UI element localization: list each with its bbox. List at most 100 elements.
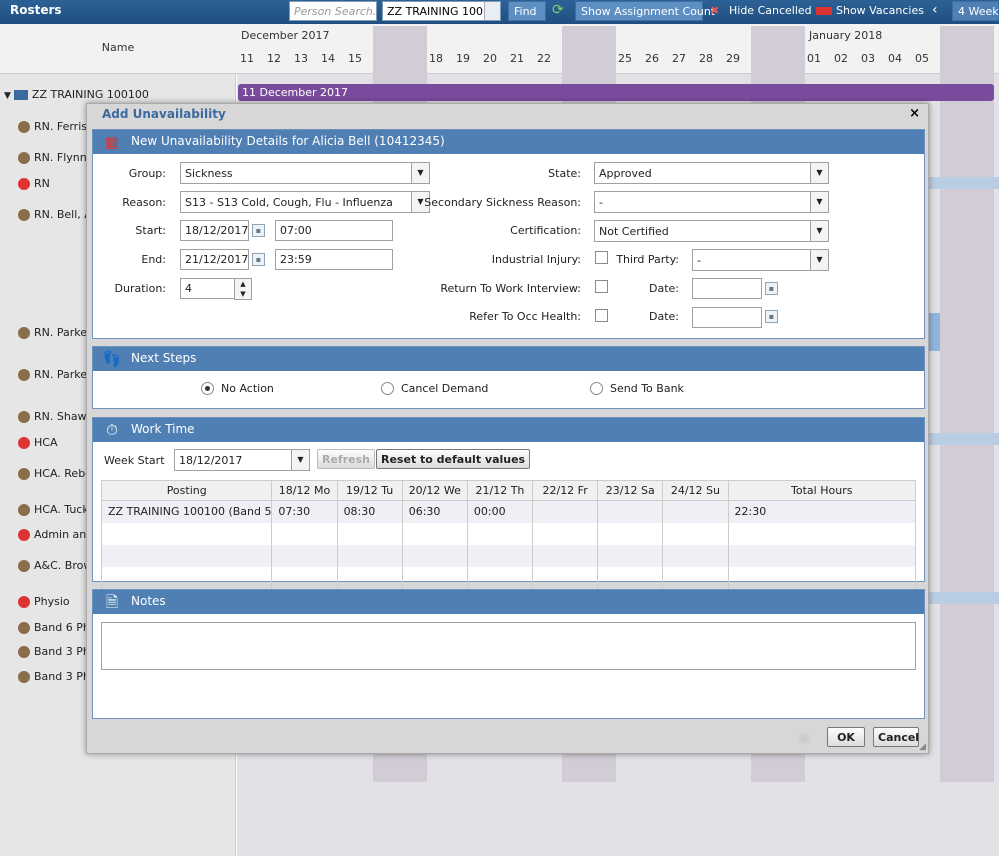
radio-cancel-demand[interactable] [381, 382, 394, 395]
column-header[interactable]: 23/12 Sa [597, 480, 664, 501]
group-select[interactable]: Sickness ▼ [180, 162, 430, 184]
column-header[interactable]: 21/12 Th [466, 480, 534, 501]
start-date-input[interactable]: 18/12/2017 [180, 220, 249, 241]
role-group-icon [18, 178, 30, 190]
person-icon [18, 369, 30, 381]
column-header[interactable]: 20/12 We [401, 480, 468, 501]
radio-no-action[interactable] [201, 382, 214, 395]
hide-cancelled-icon: ✖ [710, 4, 720, 17]
table-cell [597, 544, 664, 567]
role-group-icon [18, 596, 30, 608]
person-icon [18, 671, 30, 683]
close-icon[interactable]: × [909, 106, 920, 121]
end-time-input[interactable]: 23:59 [275, 249, 393, 270]
month-label: December 2017 [241, 29, 330, 42]
occ-health-checkbox[interactable] [595, 309, 608, 322]
duration-stepper[interactable]: ▲ ▼ [234, 278, 252, 300]
column-header[interactable]: Posting [100, 480, 273, 501]
end-date-input[interactable]: 21/12/2017 [180, 249, 249, 270]
calendar-cross-icon: ▦ [104, 133, 120, 151]
period-select[interactable]: 4 Weeks [952, 1, 999, 21]
find-button[interactable]: Find [508, 1, 546, 21]
table-cell [271, 522, 338, 545]
person-icon [18, 327, 30, 339]
calendar-icon[interactable]: ▪ [252, 224, 265, 237]
column-header[interactable]: 24/12 Su [662, 480, 729, 501]
refresh-icon[interactable]: ⟳ [552, 2, 564, 18]
radio-send-to-bank[interactable] [590, 382, 603, 395]
footsteps-icon: 👣 [102, 350, 122, 368]
reset-defaults-button[interactable]: Reset to default values [376, 449, 531, 469]
collapse-icon[interactable]: ▼ [4, 91, 11, 101]
day-header: 20 [483, 52, 497, 65]
chevron-left-icon[interactable]: ‹ [932, 2, 938, 18]
certification-select[interactable]: Not Certified ▼ [594, 220, 829, 242]
week-start-select[interactable]: 18/12/2017 ▼ [174, 449, 310, 471]
third-party-label: Third Party: [616, 253, 679, 266]
occ-date-input[interactable] [692, 307, 762, 328]
rtw-date-input[interactable] [692, 278, 762, 299]
chevron-up-icon[interactable]: ▲ [235, 279, 251, 289]
chevron-down-icon [484, 2, 500, 20]
show-vacancies-button[interactable]: Show Vacancies [836, 4, 924, 17]
details-panel: ▦ New Unavailability Details for Alicia B… [92, 129, 925, 339]
person-icon [18, 468, 30, 480]
notes-textarea[interactable] [101, 622, 916, 670]
chevron-down-icon[interactable]: ▼ [235, 289, 251, 299]
table-row[interactable] [100, 544, 916, 567]
shift-bar[interactable] [928, 313, 940, 351]
person-icon [18, 152, 30, 164]
group-row[interactable]: ▼ ZZ TRAINING 100100 [4, 88, 240, 101]
duration-input[interactable]: 4 [180, 278, 236, 299]
day-header: 15 [348, 52, 362, 65]
shift-bar[interactable] [928, 177, 999, 189]
day-header: 14 [321, 52, 335, 65]
person-icon [18, 560, 30, 572]
start-time-input[interactable]: 07:00 [275, 220, 393, 241]
day-header: 05 [915, 52, 929, 65]
refresh-button[interactable]: Refresh [317, 449, 375, 469]
table-cell [336, 544, 403, 567]
calendar-icon[interactable]: ▪ [765, 310, 778, 323]
table-row[interactable] [100, 566, 916, 589]
radio-label: Cancel Demand [401, 382, 489, 395]
table-cell [597, 500, 664, 523]
state-select[interactable]: Approved ▼ [594, 162, 829, 184]
industrial-injury-checkbox[interactable] [595, 251, 608, 264]
shift-bar[interactable] [928, 592, 999, 604]
show-assignment-count-button[interactable]: Show Assignment Count [575, 1, 715, 21]
person-search-input[interactable]: Person Search... [289, 1, 377, 21]
column-header[interactable]: 18/12 Mo [271, 480, 338, 501]
hide-cancelled-button[interactable]: Hide Cancelled [729, 4, 812, 17]
week-start-label: Week Start [104, 454, 165, 467]
column-header[interactable]: 22/12 Fr [532, 480, 599, 501]
third-party-select[interactable]: - ▼ [692, 249, 829, 271]
table-row[interactable] [100, 522, 916, 545]
resize-handle[interactable]: ◢ [919, 742, 926, 752]
column-header[interactable]: 19/12 Tu [336, 480, 403, 501]
table-cell: 06:30 [401, 500, 468, 523]
shift-bar[interactable] [928, 433, 999, 445]
document-icon: 🗎 [105, 593, 119, 611]
unit-icon [14, 90, 29, 100]
group-label: ZZ TRAINING 100100 [31, 88, 149, 101]
day-header: 01 [807, 52, 821, 65]
calendar-icon[interactable]: ▪ [765, 282, 778, 295]
reason-select[interactable]: S13 - S13 Cold, Cough, Flu - Influenza ▼ [180, 191, 430, 213]
next-steps-heading: 👣 Next Steps [93, 347, 924, 371]
chevron-down-icon: ▼ [411, 163, 429, 183]
column-header[interactable]: Total Hours [727, 480, 916, 501]
calendar-icon[interactable]: ▪ [252, 253, 265, 266]
group-date-bar[interactable]: 11 December 2017 [238, 84, 994, 101]
day-header: 18 [429, 52, 443, 65]
day-header: 22 [537, 52, 551, 65]
secondary-sickness-select[interactable]: - ▼ [594, 191, 829, 213]
day-header: 04 [888, 52, 902, 65]
work-time-heading: ⏱ Work Time [93, 418, 924, 442]
rtw-interview-checkbox[interactable] [595, 280, 608, 293]
cancel-button[interactable]: Cancel [873, 727, 919, 747]
table-cell [662, 544, 729, 567]
table-row[interactable]: ZZ TRAINING 100100 (Band 5 N 07:30 08:30 06… [100, 500, 916, 523]
unit-select[interactable]: ZZ TRAINING 10010 [382, 1, 501, 21]
ok-button[interactable]: OK [827, 727, 865, 747]
